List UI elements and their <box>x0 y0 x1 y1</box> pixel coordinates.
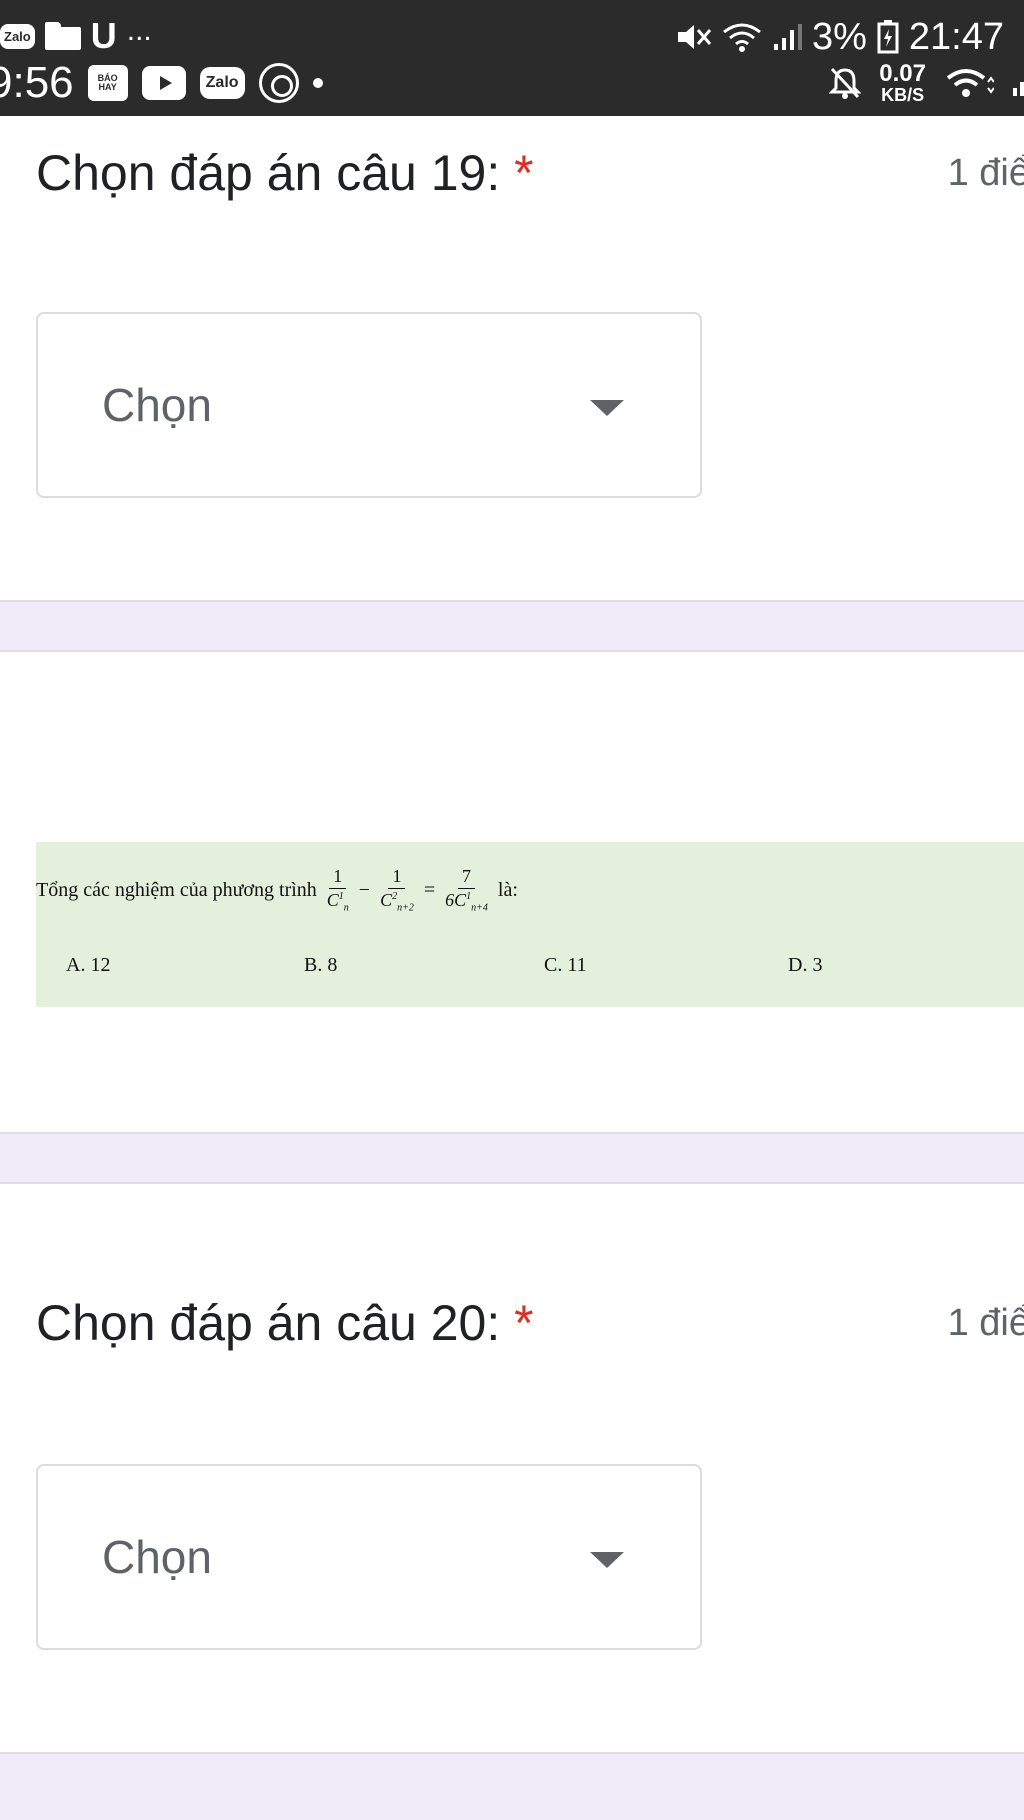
required-asterisk: * <box>514 1295 534 1351</box>
steering-wheel-icon <box>258 63 299 103</box>
option-c: C. 11 <box>544 954 587 976</box>
fraction-2: 1 C2n+2 <box>380 866 414 914</box>
signal-icon <box>773 24 802 50</box>
section-separator <box>0 600 1024 652</box>
dropdown-placeholder: Chọn <box>102 1531 212 1583</box>
dot-icon <box>312 78 323 88</box>
system-status-bottom: 0.07 KB/S <box>829 58 1024 108</box>
section-separator <box>0 1132 1024 1184</box>
system-status-top: 3% 21:47 <box>676 12 1004 62</box>
battery-icon <box>877 20 899 54</box>
question-19-points: 1 điể <box>947 152 1024 194</box>
signal-icon <box>1013 82 1024 96</box>
folder-icon <box>44 22 81 50</box>
secondary-clock: 9:56 <box>0 58 74 107</box>
fraction-3: 7 6C1n+4 <box>445 866 488 914</box>
wifi-icon <box>723 23 761 52</box>
option-b: B. 8 <box>304 954 338 976</box>
fraction-1: 1 C1n <box>326 866 349 914</box>
mute-icon <box>677 25 712 49</box>
network-speed: 0.07 KB/S <box>879 60 926 105</box>
question-stem: Tổng các nghiệm của phương trình 1 C1n −… <box>36 866 518 914</box>
notification-icons-top: Zalo U ... <box>0 14 152 58</box>
question-19-title: Chọn đáp án câu 19: * <box>36 145 534 201</box>
youtube-icon <box>141 66 186 100</box>
zalo-icon: Zalo <box>199 67 245 99</box>
question-20-points: 1 điể <box>947 1302 1024 1344</box>
notification-icons-bottom: 9:56 BÁO HAY Zalo <box>0 58 323 108</box>
section-separator <box>0 1752 1024 1820</box>
status-bar: Zalo U ... 9:56 BÁO HAY Zalo 3% 21:47 0.… <box>0 0 1024 116</box>
u-icon: U <box>90 15 117 56</box>
question-20-dropdown[interactable]: Chọn <box>36 1464 702 1650</box>
battery-percent: 3% <box>811 16 867 58</box>
question-image: Tổng các nghiệm của phương trình 1 C1n −… <box>36 842 1024 1007</box>
more-notifications-icon: ... <box>126 14 152 47</box>
news-icon: BÁO HAY <box>87 65 128 101</box>
required-asterisk: * <box>514 145 534 201</box>
clock: 21:47 <box>908 16 1004 58</box>
option-a: A. 12 <box>66 954 111 976</box>
option-d: D. 3 <box>788 954 823 976</box>
dropdown-arrow-icon <box>590 1552 624 1568</box>
bell-off-icon <box>829 67 862 99</box>
dropdown-arrow-icon <box>590 400 624 416</box>
question-20-title: Chọn đáp án câu 20: * <box>36 1295 534 1351</box>
zalo-icon: Zalo <box>0 23 35 49</box>
wifi-icon <box>946 69 994 97</box>
dropdown-placeholder: Chọn <box>102 379 212 431</box>
question-19-dropdown[interactable]: Chọn <box>36 312 702 498</box>
